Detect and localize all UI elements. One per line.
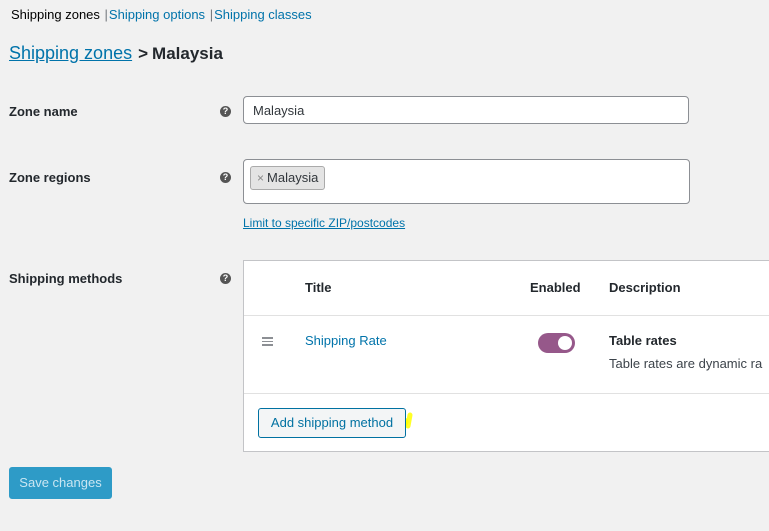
region-chip-label: Malaysia xyxy=(267,170,319,185)
column-header-title: Title xyxy=(305,280,332,295)
zone-regions-label: Zone regions xyxy=(9,170,91,185)
subnav-current-shipping-zones: Shipping zones xyxy=(11,7,100,22)
breadcrumb-current-zone: Malaysia xyxy=(152,44,223,63)
subnav-link-shipping-classes[interactable]: Shipping classes xyxy=(214,7,312,22)
limit-postcodes-link[interactable]: Limit to specific ZIP/postcodes xyxy=(243,216,405,230)
breadcrumb-separator: > xyxy=(138,44,149,63)
save-changes-button[interactable]: Save changes xyxy=(9,467,112,499)
table-header-row: Title Enabled Description xyxy=(244,261,769,316)
sub-navigation: Shipping zones |Shipping options |Shippi… xyxy=(11,7,312,23)
shipping-methods-help-icon[interactable]: ? xyxy=(220,273,231,284)
subnav-separator: | xyxy=(104,7,108,22)
add-shipping-method-button[interactable]: Add shipping method xyxy=(258,408,406,438)
table-row: Shipping Rate Table rates Table rates ar… xyxy=(244,315,769,394)
subnav-separator: | xyxy=(209,7,214,22)
breadcrumb-link-shipping-zones[interactable]: Shipping zones xyxy=(9,43,132,63)
column-header-description: Description xyxy=(609,280,681,295)
method-description-text: Table rates are dynamic ra xyxy=(609,356,763,371)
toggle-knob xyxy=(558,336,572,350)
zone-regions-select[interactable]: × Malaysia xyxy=(243,159,690,204)
column-header-enabled: Enabled xyxy=(530,280,581,295)
remove-region-icon[interactable]: × xyxy=(257,171,264,185)
subnav-link-shipping-options[interactable]: Shipping options xyxy=(109,7,205,22)
drag-handle-icon[interactable] xyxy=(262,337,273,346)
zone-regions-help-icon[interactable]: ? xyxy=(220,172,231,183)
shipping-methods-label: Shipping methods xyxy=(9,271,123,286)
shipping-methods-table: Title Enabled Description Shipping Rate … xyxy=(243,260,769,452)
zone-name-input[interactable] xyxy=(243,96,689,124)
region-chip-malaysia: × Malaysia xyxy=(250,166,326,190)
method-description-title: Table rates xyxy=(609,333,677,348)
zone-name-help-icon[interactable]: ? xyxy=(220,106,231,117)
method-enabled-toggle[interactable] xyxy=(538,333,575,353)
breadcrumb: Shipping zones > Malaysia xyxy=(9,42,223,65)
zone-name-label: Zone name xyxy=(9,104,78,119)
method-title-link[interactable]: Shipping Rate xyxy=(305,333,387,348)
